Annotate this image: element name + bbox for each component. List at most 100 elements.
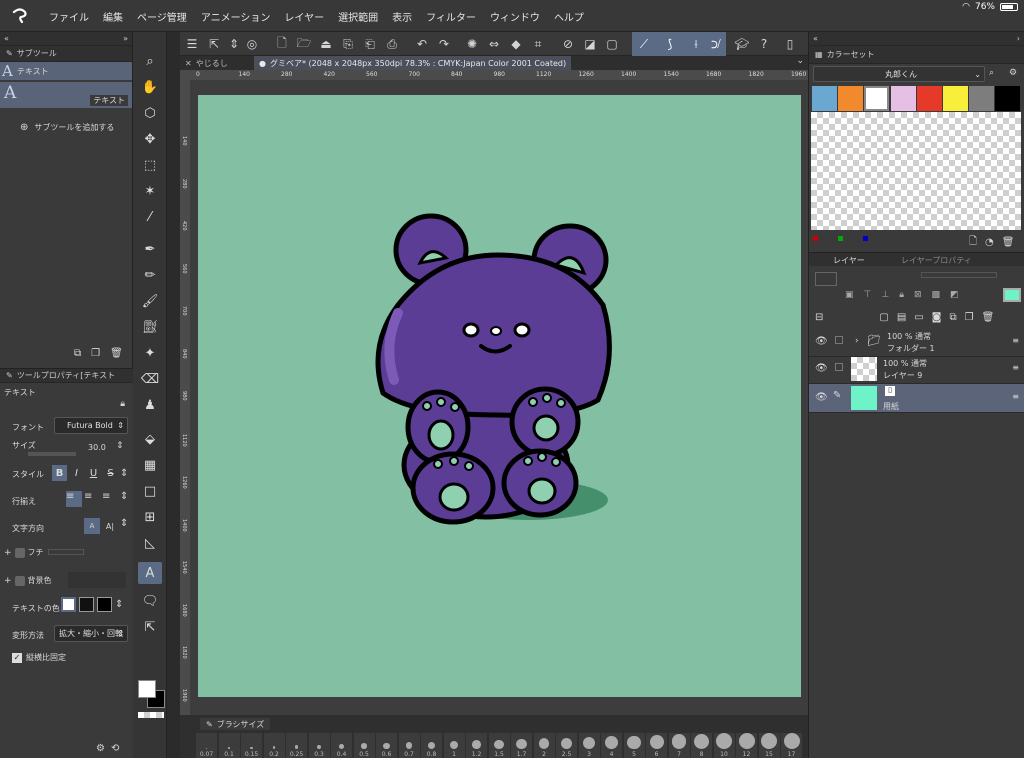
brush-size-cell[interactable]: 1.7 — [511, 733, 532, 758]
help-icon[interactable]: ? — [756, 36, 772, 52]
brush-size-cell[interactable]: 0.07 — [196, 733, 217, 758]
add-subtool-button[interactable]: ⊕ サブツールを追加する — [0, 122, 132, 133]
figure-icon[interactable]: □ — [138, 480, 162, 502]
cloud-icon[interactable]: ◎ — [244, 36, 260, 52]
replace-color-icon[interactable]: ◔ — [985, 237, 994, 248]
font-select[interactable]: Futura Bold ⇕ — [54, 417, 128, 434]
brush-size-cell[interactable]: 2 — [533, 733, 555, 758]
menu-window[interactable]: ウィンドウ — [483, 9, 547, 24]
drag-handle-icon[interactable]: ≡ — [1012, 336, 1019, 345]
expand-arrow-icon[interactable]: › — [855, 336, 859, 346]
brush-size-cell[interactable]: 1 — [443, 733, 465, 758]
transparent-color-swatch[interactable] — [138, 712, 164, 718]
expand-plus-icon-2[interactable]: + — [4, 576, 12, 586]
colorset-search-icon[interactable]: ⌕ — [989, 68, 994, 78]
copy-layer-icon[interactable]: ❐ — [965, 312, 974, 323]
strike-button[interactable]: S — [103, 465, 118, 481]
brush-size-cell[interactable]: 0.3 — [308, 733, 330, 758]
brush-size-cell[interactable]: 0.4 — [331, 733, 352, 758]
direction-stepper-icon[interactable]: ⇕ — [120, 518, 130, 534]
tab-gummybear[interactable]: ● グミベア* (2048 x 2048px 350dpi 78.3% : CM… — [254, 56, 572, 70]
color-swatch[interactable] — [943, 86, 968, 111]
transform-select[interactable]: 拡大・縮小・回転 ⇕ — [54, 625, 128, 642]
brush-size-cell[interactable]: 5 — [623, 733, 645, 758]
delete-color-icon[interactable]: 🗑 — [1002, 237, 1015, 248]
eraser-icon[interactable]: ⌫ — [138, 368, 162, 390]
italic-button[interactable]: I — [69, 465, 84, 481]
empty-swatch-grid[interactable] — [811, 112, 1021, 230]
bg-color-swatch[interactable] — [68, 572, 126, 588]
collapse-right-icon[interactable]: › — [1017, 34, 1020, 43]
fill-cmd-icon[interactable]: ◆ — [508, 36, 524, 52]
ref-icon[interactable]: ⊤ — [864, 290, 872, 300]
keep-ratio-checkbox[interactable]: ✓ — [12, 652, 22, 663]
magic-wand-icon[interactable]: ✶ — [138, 180, 162, 202]
eye-icon[interactable]: 👁︎ — [815, 363, 828, 374]
new-raster-icon[interactable]: ▢ — [879, 312, 888, 323]
menu-edit[interactable]: 編集 — [96, 9, 130, 24]
new-folder-icon[interactable]: ▭ — [914, 312, 923, 323]
hand-icon[interactable]: ✋ — [138, 76, 162, 98]
deselect-icon[interactable]: ⊘ — [560, 36, 576, 52]
canvas[interactable] — [198, 95, 801, 697]
brush-size-cell[interactable]: 0.2 — [263, 733, 285, 758]
brush-size-cell[interactable]: 0.8 — [421, 733, 442, 758]
stepper-cmd-icon[interactable]: ⇕ — [226, 36, 242, 52]
style-stepper-icon[interactable]: ⇕ — [120, 465, 130, 481]
layer-color-swatch[interactable] — [1003, 288, 1021, 302]
balloon-icon[interactable]: 🗨︎ — [138, 590, 162, 612]
main-color-swatch[interactable] — [138, 680, 156, 698]
collapse-right-icon[interactable]: » — [123, 34, 128, 43]
snap-icon[interactable]: ⟉ — [708, 36, 724, 52]
layer-row-raster[interactable]: 👁︎ 100 % 通常 レイヤー 9 ≡ — [809, 355, 1024, 384]
text-color-sub[interactable] — [79, 597, 94, 612]
hat-icon[interactable]: 🎓︎ — [734, 36, 750, 52]
app-logo-icon[interactable] — [10, 6, 30, 26]
settings-icon[interactable]: ✺ — [464, 36, 480, 52]
chevron-down-icon[interactable]: ⌄ — [796, 56, 804, 66]
pen-icon[interactable]: ✒ — [138, 238, 162, 260]
transform-icon[interactable]: ⇔ — [486, 36, 502, 52]
mask-toggle-icon[interactable]: ◩ — [950, 290, 959, 300]
brush-size-cell[interactable]: 12 — [736, 733, 757, 758]
brush-size-cell[interactable]: 2.5 — [556, 733, 577, 758]
align-stepper-icon[interactable]: ⇕ — [120, 491, 130, 507]
text-color-white[interactable] — [61, 597, 76, 612]
brush-size-cell[interactable]: 0.5 — [353, 733, 375, 758]
layer-panel-icon[interactable]: ⊟ — [815, 312, 823, 323]
collapse-left-icon[interactable]: « — [813, 34, 818, 43]
export-icon[interactable]: ⇱ — [206, 36, 222, 52]
color-swatch[interactable] — [969, 86, 995, 111]
brush-size-cell[interactable]: 4 — [601, 733, 622, 758]
subtool-group-text[interactable]: A テキスト — [0, 62, 132, 80]
brush-size-cell[interactable]: 1.5 — [488, 733, 510, 758]
bg-color-checkbox[interactable] — [14, 575, 25, 586]
expand-plus-icon[interactable]: + — [4, 548, 12, 558]
operation-icon[interactable]: ⬡ — [138, 102, 162, 124]
lock-icon[interactable]: 🔒︎ — [120, 399, 125, 409]
duplicate-icon[interactable]: ❐ — [91, 348, 100, 359]
menu-help[interactable]: ヘルプ — [547, 9, 591, 24]
fill-icon[interactable]: ⬙ — [138, 428, 162, 450]
vertical-text-button[interactable]: A| — [102, 518, 118, 534]
ruler-icon[interactable]: ◺ — [138, 532, 162, 554]
text-color-black[interactable] — [97, 597, 112, 612]
add-color-icon[interactable]: 🗋 — [969, 234, 977, 251]
blend-mode-select[interactable] — [815, 272, 837, 286]
redo-icon[interactable]: ↷ — [436, 36, 452, 52]
color-swatch[interactable] — [916, 86, 942, 111]
color-swatch[interactable] — [890, 86, 916, 111]
brush-size-cell[interactable]: 7 — [668, 733, 690, 758]
menu-page[interactable]: ページ管理 — [130, 9, 194, 24]
menu-view[interactable]: 表示 — [385, 9, 419, 24]
menu-filter[interactable]: フィルター — [419, 9, 483, 24]
move-icon[interactable]: ✥ — [138, 128, 162, 150]
layer-row-paper[interactable]: 👁︎ ✎ ▯ 用紙 ≡ — [809, 384, 1024, 413]
color-swatch[interactable] — [838, 86, 864, 111]
delete-layer-icon[interactable]: 🗑 — [982, 312, 995, 323]
size-slider[interactable] — [28, 452, 76, 456]
horizontal-text-button[interactable]: A — [84, 518, 100, 534]
save-as-icon[interactable]: ⎘ — [340, 36, 356, 52]
line-tool-icon[interactable]: ⟋ — [636, 36, 652, 52]
size-stepper-icon[interactable]: ⇕ — [116, 441, 124, 451]
